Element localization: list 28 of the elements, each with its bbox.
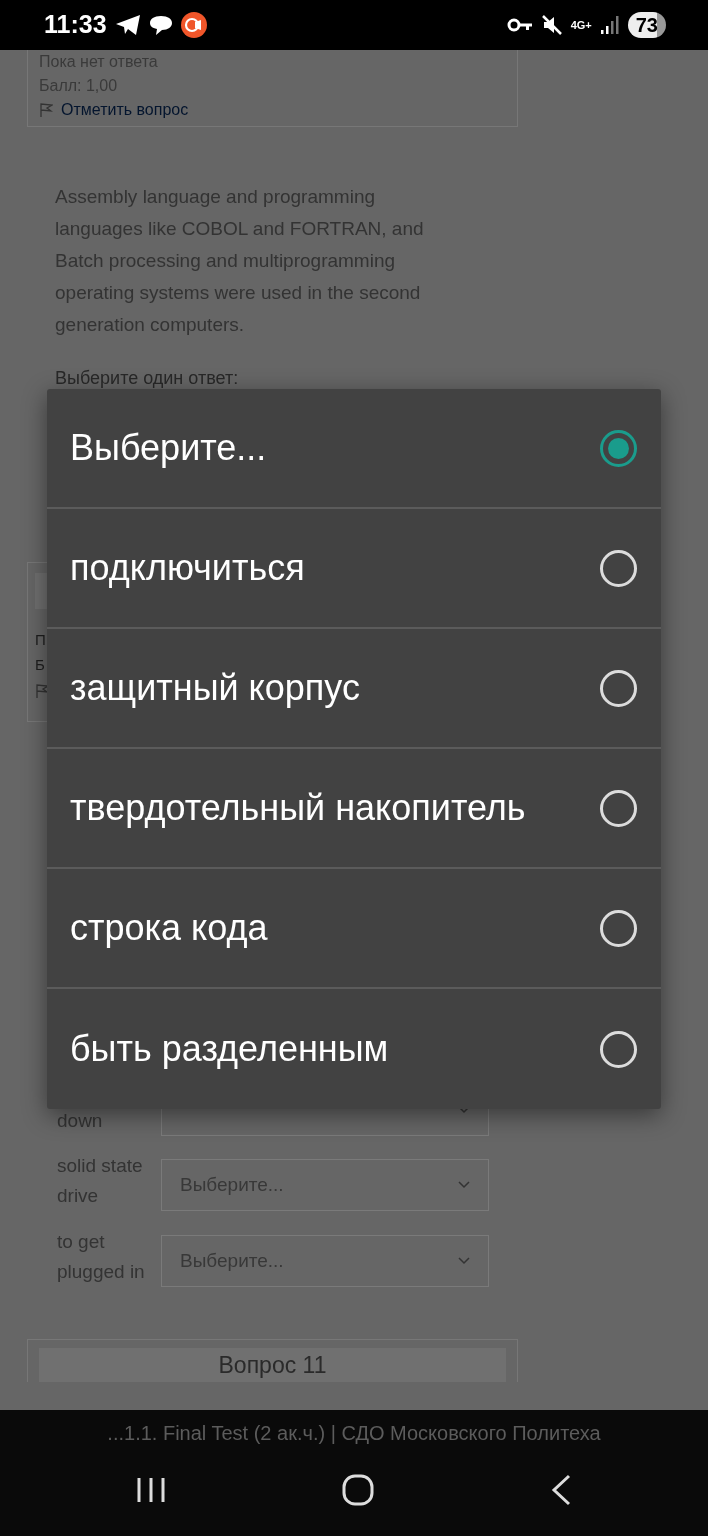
- score-text: Б: [35, 655, 46, 675]
- home-button[interactable]: [342, 1474, 374, 1506]
- muted-speaker-icon: [540, 14, 563, 36]
- back-button[interactable]: [550, 1474, 572, 1506]
- recorder-icon: [180, 12, 207, 38]
- question-title: Вопрос 11: [39, 1348, 506, 1382]
- chevron-down-icon: [458, 1181, 470, 1189]
- page-title: ...1.1. Final Test (2 ак.ч.) | СДО Московского Политеха: [106, 1421, 602, 1446]
- network-type: 4G+: [570, 19, 592, 31]
- clock: 11:33: [44, 9, 107, 41]
- picker-option[interactable]: твердотельный накопитель: [47, 749, 661, 869]
- chat-bubble-icon: [148, 14, 173, 36]
- picker-option[interactable]: защитный корпус: [47, 629, 661, 749]
- chevron-down-icon: [458, 1257, 470, 1265]
- battery-indicator: 73: [627, 12, 666, 38]
- picker-option[interactable]: Выберите...: [47, 389, 661, 509]
- paper-plane-icon: [114, 14, 141, 36]
- answer-state: П: [35, 630, 47, 650]
- key-icon: [506, 17, 533, 33]
- flag-icon: [39, 102, 53, 118]
- flag-icon: [35, 683, 49, 700]
- answer-prompt: Выберите один ответ:: [55, 367, 240, 390]
- picker-option[interactable]: подключиться: [47, 509, 661, 629]
- picker-option[interactable]: строка кода: [47, 869, 661, 989]
- radio-button[interactable]: [600, 429, 637, 467]
- recent-apps-button[interactable]: [136, 1476, 166, 1504]
- picker-option[interactable]: быть разделенным: [47, 989, 661, 1109]
- signal-icon: [599, 15, 620, 35]
